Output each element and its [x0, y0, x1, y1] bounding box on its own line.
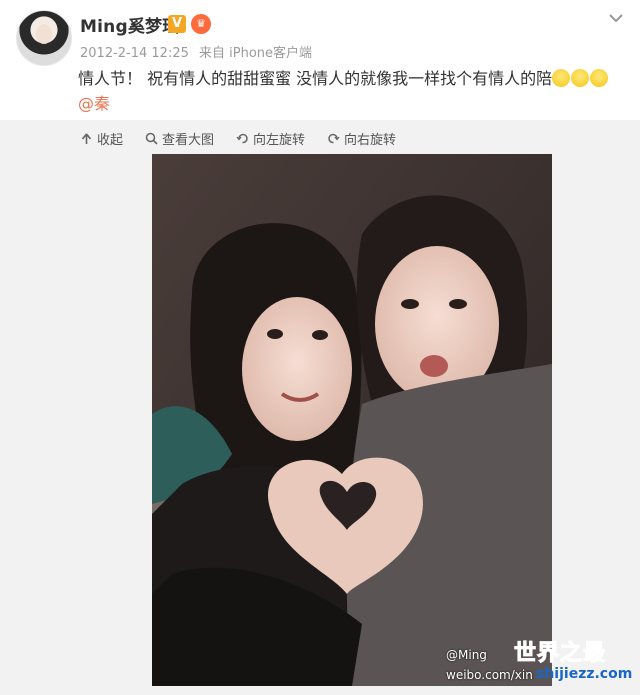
photo-watermark-user: @Ming	[446, 648, 487, 662]
image-toolbar: 收起 查看大图 向左旋转 向右旋转	[80, 126, 396, 150]
rotate-left-label: 向左旋转	[253, 132, 306, 148]
post-photo[interactable]	[152, 154, 552, 686]
view-large-label: 查看大图	[162, 132, 215, 148]
view-large-button[interactable]: 查看大图	[145, 126, 214, 150]
photo-illustration	[152, 154, 552, 686]
chevron-down-icon[interactable]	[604, 8, 628, 28]
verified-badge[interactable]: V	[168, 15, 186, 33]
post-time[interactable]: 2012-2-14 12:25	[80, 46, 189, 61]
rotate-left-button[interactable]: 向左旋转	[236, 126, 305, 150]
media-panel: 收起 查看大图 向左旋转 向右旋转 @Ming weibo.com/xin 世界…	[0, 120, 640, 695]
post-meta: 2012-2-14 12:25 来自 iPhone客户端	[80, 42, 318, 61]
avatar[interactable]	[16, 10, 72, 66]
site-logo-cn: 世界之最	[513, 641, 607, 667]
user-name[interactable]: Ming奚梦瑶	[80, 12, 179, 37]
laughing-emoji-icon	[590, 69, 609, 87]
site-logo-en: shijiezz.com	[536, 666, 633, 682]
site-logo-watermark: 世界之最 shijiezz.com	[513, 635, 640, 693]
laughing-emoji-icon	[571, 69, 590, 87]
rotate-right-label: 向右旋转	[344, 132, 397, 148]
collapse-button[interactable]: 收起	[80, 126, 123, 150]
rotate-right-button[interactable]: 向右旋转	[327, 126, 396, 150]
post-header: Ming奚梦瑶 V ♛ 2012-2-14 12:25 来自 iPhone客户端…	[0, 0, 640, 138]
mention-link-line1[interactable]: @秦	[78, 94, 110, 113]
collapse-label: 收起	[97, 132, 124, 148]
crown-badge-icon[interactable]: ♛	[191, 14, 211, 34]
post-source[interactable]: 来自 iPhone客户端	[199, 46, 312, 61]
zoom-icon	[145, 132, 158, 145]
collapse-icon	[81, 133, 92, 144]
post-body: 情人节！ 祝有情人的甜甜蜜蜜 没情人的就像我一样找个有情人的陪	[78, 69, 553, 88]
rotate-right-icon	[328, 133, 340, 143]
laughing-emoji-icon	[552, 69, 571, 87]
rotate-left-icon	[236, 133, 248, 143]
